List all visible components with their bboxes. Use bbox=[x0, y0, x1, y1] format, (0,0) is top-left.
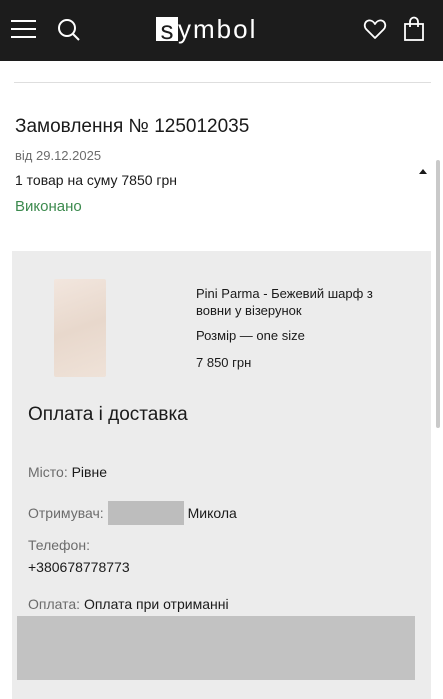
collapse-caret-icon[interactable] bbox=[419, 169, 427, 174]
redacted-name bbox=[107, 501, 184, 525]
redacted-address-block bbox=[17, 616, 415, 680]
payment-label: Оплата: bbox=[28, 596, 81, 612]
phone-value: +380678778773 bbox=[28, 559, 130, 575]
phone-row: Телефон: bbox=[28, 537, 90, 553]
brand-logo[interactable]: s ymbol bbox=[156, 14, 257, 44]
order-date: від 29.12.2025 bbox=[15, 148, 102, 163]
top-navigation-bar: s ymbol bbox=[0, 0, 443, 61]
payment-row: Оплата: Оплата при отриманні bbox=[28, 596, 229, 612]
product-size: Розмір — one size bbox=[196, 328, 305, 343]
city-value: Рівне bbox=[71, 464, 107, 480]
bag-icon[interactable] bbox=[402, 15, 426, 43]
scrollbar-thumb[interactable] bbox=[436, 160, 440, 428]
heart-icon[interactable] bbox=[362, 16, 388, 42]
product-image[interactable] bbox=[54, 279, 106, 377]
logo-letter: s bbox=[156, 17, 178, 41]
recipient-value: Микола bbox=[187, 505, 237, 521]
order-title: Замовлення № 125012035 bbox=[15, 116, 250, 137]
order-summary: 1 товар на суму 7850 грн bbox=[15, 172, 178, 188]
divider bbox=[14, 82, 431, 83]
payment-delivery-title: Оплата і доставка bbox=[28, 404, 188, 425]
city-row: Місто: Рівне bbox=[28, 464, 107, 480]
menu-icon[interactable] bbox=[10, 17, 38, 41]
payment-value: Оплата при отриманні bbox=[83, 596, 229, 612]
logo-text: ymbol bbox=[178, 14, 258, 44]
recipient-label: Отримувач: bbox=[28, 505, 104, 521]
product-price: 7 850 грн bbox=[196, 355, 252, 370]
product-name[interactable]: Pini Parma - Бежевий шарф з вовни у візе… bbox=[196, 285, 401, 319]
phone-label: Телефон: bbox=[28, 537, 90, 553]
order-status: Виконано bbox=[15, 198, 82, 215]
city-label: Місто: bbox=[28, 464, 68, 480]
recipient-row: Отримувач: Микола bbox=[28, 501, 237, 525]
phone-value-row: +380678778773 bbox=[28, 559, 130, 575]
search-icon[interactable] bbox=[56, 17, 82, 43]
